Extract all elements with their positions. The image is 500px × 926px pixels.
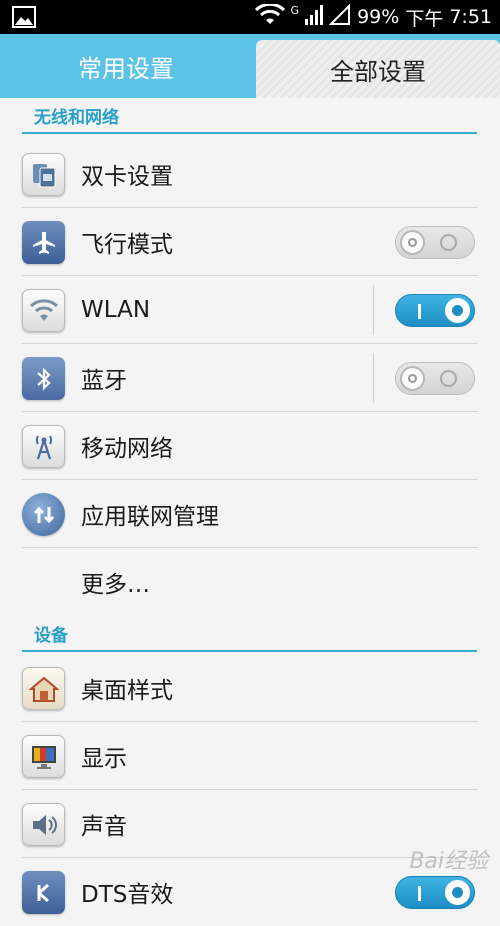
battery-level: 99% [357, 6, 400, 28]
setting-label: DTS音效 [81, 882, 174, 908]
wifi-icon [254, 2, 285, 31]
image-icon [12, 6, 36, 28]
setting-label: 蓝牙 [81, 368, 127, 394]
status-bar: G 99% 下午 7:51 [0, 0, 500, 34]
signal-empty-icon [328, 3, 351, 31]
signal-icon [305, 4, 324, 30]
speaker-icon [22, 803, 65, 846]
setting-label: 飞行模式 [81, 232, 173, 258]
section-header-device: 设备 [22, 616, 477, 652]
tab-common-settings[interactable]: 常用设置 [0, 34, 252, 98]
setting-label: 应用联网管理 [81, 504, 219, 530]
setting-label: 显示 [81, 746, 127, 772]
time-period: 下午 [405, 7, 444, 30]
section-header-wireless: 无线和网络 [22, 98, 477, 134]
airplane-mode-toggle[interactable] [395, 226, 475, 259]
airplane-icon [22, 221, 65, 264]
setting-mobile-network[interactable]: 移动网络 [0, 412, 500, 480]
bluetooth-toggle[interactable] [395, 362, 475, 395]
setting-label: 更多… [81, 572, 150, 598]
dual-sim-icon [22, 153, 65, 196]
setting-label: 声音 [81, 814, 127, 840]
tab-bar: 常用设置 全部设置 [0, 34, 500, 98]
setting-more[interactable]: 更多… [0, 548, 500, 616]
section-title: 无线和网络 [34, 108, 119, 128]
tab-all-settings[interactable]: 全部设置 [256, 40, 500, 98]
network-globe-icon [22, 493, 65, 536]
clock-time: 7:51 [449, 6, 492, 28]
antenna-icon [22, 425, 65, 468]
section-title: 设备 [34, 626, 68, 646]
setting-home-style[interactable]: 桌面样式 [0, 654, 500, 722]
setting-airplane-mode[interactable]: 飞行模式 [0, 208, 500, 276]
setting-label: WLAN [81, 297, 151, 323]
home-icon [22, 667, 65, 710]
watermark: Bai经验 [409, 849, 488, 874]
bluetooth-icon [22, 357, 65, 400]
wlan-toggle[interactable] [395, 294, 475, 327]
signal-type-label: G [290, 3, 300, 17]
dts-audio-toggle[interactable] [395, 876, 475, 909]
setting-wlan[interactable]: WLAN [0, 276, 500, 344]
setting-label: 双卡设置 [81, 164, 173, 190]
setting-bluetooth[interactable]: 蓝牙 [0, 344, 500, 412]
setting-dual-sim[interactable]: 双卡设置 [0, 140, 500, 208]
setting-app-network-management[interactable]: 应用联网管理 [0, 480, 500, 548]
setting-display[interactable]: 显示 [0, 722, 500, 790]
display-icon [22, 735, 65, 778]
setting-label: 桌面样式 [81, 678, 173, 704]
wifi-icon [22, 289, 65, 332]
dts-icon [22, 871, 65, 914]
setting-label: 移动网络 [81, 436, 173, 462]
